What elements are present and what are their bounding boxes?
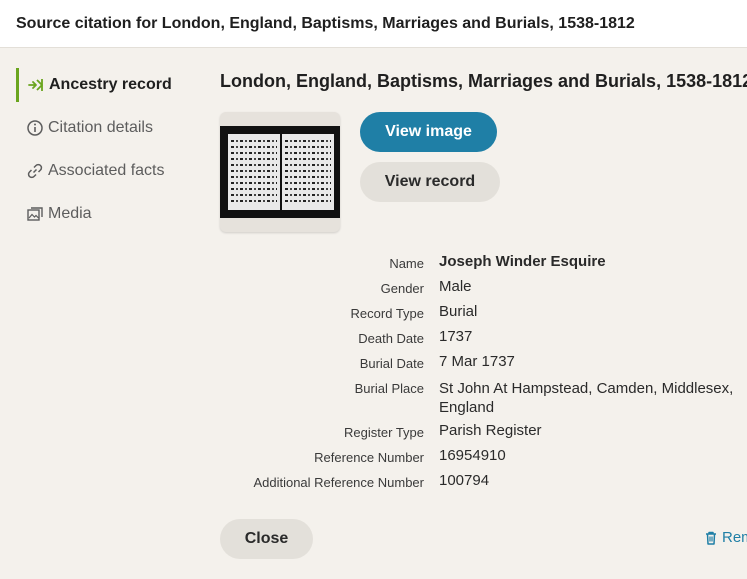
sidebar-item-citation-details[interactable]: Citation details: [16, 111, 196, 145]
detail-row: Gender Male: [220, 277, 747, 302]
record-title: London, England, Baptisms, Marriages and…: [220, 71, 747, 91]
detail-value: 7 Mar 1737: [439, 353, 515, 370]
detail-label: Additional Reference Number: [253, 475, 424, 490]
view-image-button[interactable]: View image: [360, 112, 497, 152]
detail-row: Death Date 1737: [220, 327, 747, 352]
detail-label: Record Type: [350, 306, 424, 321]
link-icon: [26, 162, 44, 180]
detail-value: Burial: [439, 303, 478, 320]
detail-row: Burial Place St John At Hampstead, Camde…: [220, 377, 747, 421]
remove-link[interactable]: Rem: [703, 529, 747, 546]
detail-value: 100794: [439, 472, 490, 489]
media-icon: [26, 205, 44, 223]
detail-label: Burial Date: [359, 356, 424, 371]
detail-value: 1737: [439, 328, 473, 345]
detail-value: St John At Hampstead, Camden, Middlesex,…: [439, 380, 734, 416]
register-page-image: [220, 126, 340, 218]
detail-label: Register Type: [344, 425, 424, 440]
sidebar-item-label: Ancestry record: [49, 76, 172, 93]
sidebar-nav: Ancestry record Citation details Associa…: [16, 68, 196, 240]
sidebar-item-ancestry-record[interactable]: Ancestry record: [16, 68, 196, 102]
detail-label: Gender: [380, 281, 424, 296]
detail-value: Joseph Winder Esquire: [439, 253, 606, 270]
detail-row: Register Type Parish Register: [220, 421, 747, 446]
main-panel: London, England, Baptisms, Marriages and…: [220, 68, 747, 490]
detail-row: Record Type Burial: [220, 302, 747, 327]
detail-row: Name Joseph Winder Esquire: [220, 252, 747, 277]
detail-label: Burial Place: [354, 381, 424, 396]
sidebar-item-label: Media: [48, 205, 92, 222]
record-image-thumbnail[interactable]: [220, 112, 340, 232]
detail-row: Burial Date 7 Mar 1737: [220, 352, 747, 377]
remove-label: Rem: [722, 529, 747, 546]
trash-icon: [706, 531, 716, 545]
detail-value: Parish Register: [439, 422, 542, 439]
detail-label: Name: [389, 256, 424, 271]
sidebar-item-label: Associated facts: [48, 162, 165, 179]
detail-row: Reference Number 16954910: [220, 446, 747, 471]
detail-label: Reference Number: [314, 450, 424, 465]
ancestry-leaf-icon: [27, 76, 45, 94]
detail-value: Male: [439, 278, 472, 295]
detail-row: Additional Reference Number 100794: [220, 471, 747, 496]
detail-value: 16954910: [439, 447, 506, 464]
record-details: Name Joseph Winder Esquire Gender Male R…: [220, 252, 747, 496]
close-button[interactable]: Close: [220, 519, 313, 559]
dialog-title: Source citation for London, England, Bap…: [16, 14, 635, 32]
info-icon: [26, 119, 44, 137]
sidebar-item-associated-facts[interactable]: Associated facts: [16, 154, 196, 188]
sidebar-item-label: Citation details: [48, 119, 153, 136]
sidebar-item-media[interactable]: Media: [16, 197, 196, 231]
view-record-button[interactable]: View record: [360, 162, 500, 202]
detail-label: Death Date: [358, 331, 424, 346]
dialog-header: Source citation for London, England, Bap…: [0, 0, 747, 48]
